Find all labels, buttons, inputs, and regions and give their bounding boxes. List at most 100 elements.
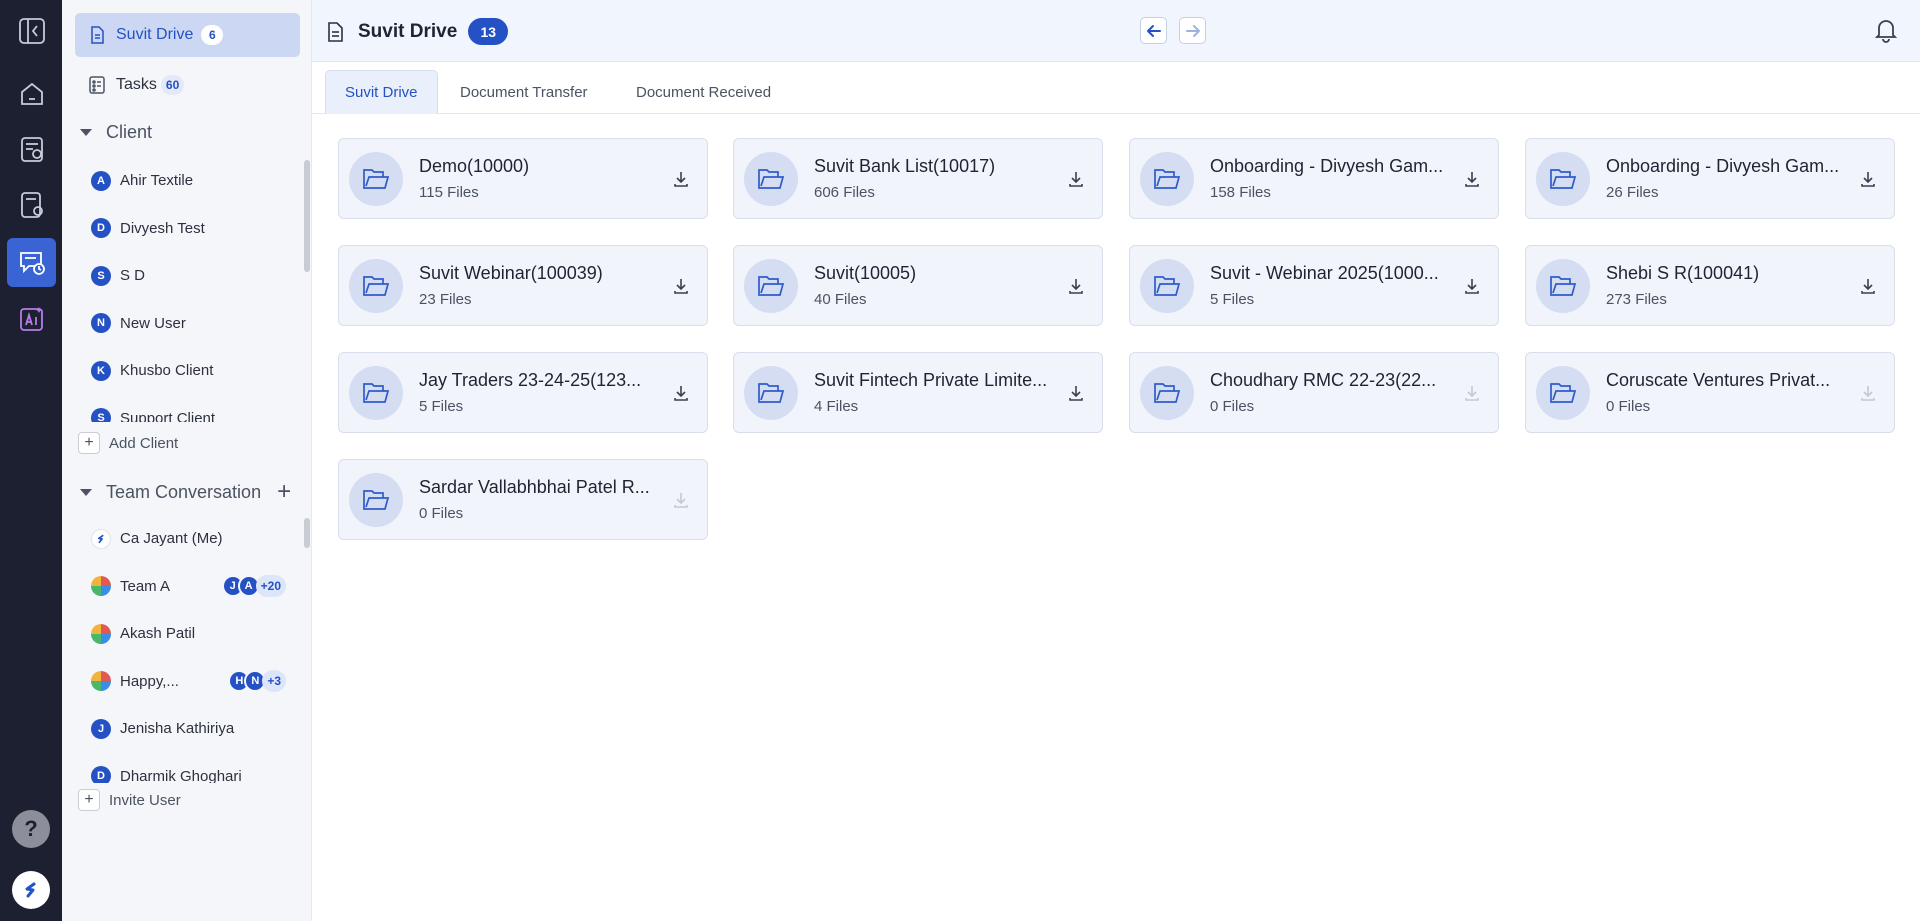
back-button[interactable] — [1140, 17, 1167, 44]
tab-suvit-drive[interactable]: Suvit Drive — [325, 70, 438, 114]
folder-card[interactable]: Onboarding - Divyesh Gam... 158 Files — [1129, 138, 1499, 219]
folder-file-count: 606 Files — [814, 184, 875, 201]
folder-name: Suvit - Webinar 2025(1000... — [1210, 263, 1439, 283]
client-item[interactable]: S Support Client — [62, 395, 312, 422]
document-icon — [328, 21, 343, 42]
folder-card[interactable]: Choudhary RMC 22-23(22... 0 Files — [1129, 352, 1499, 433]
tab-document-received[interactable]: Document Received — [617, 70, 790, 114]
avatar: D — [91, 218, 111, 239]
add-team-plus-icon[interactable]: + — [277, 480, 291, 504]
folder-file-count: 0 Files — [419, 505, 464, 522]
count-badge: 6 — [201, 25, 224, 45]
download-icon[interactable] — [1858, 169, 1878, 189]
folder-card[interactable]: Demo(10000) 115 Files — [338, 138, 708, 219]
avatar: N — [91, 313, 111, 334]
download-icon[interactable] — [1066, 276, 1086, 296]
folder-name: Onboarding - Divyesh Gam... — [1606, 156, 1840, 176]
folder-name: Suvit Webinar(100039) — [419, 263, 603, 283]
tasks-icon — [89, 76, 105, 94]
bell-icon[interactable] — [1872, 16, 1900, 44]
collapse-sidebar-icon[interactable] — [7, 6, 56, 55]
avatar: A — [91, 170, 111, 191]
avatar — [91, 623, 111, 644]
download-icon[interactable] — [671, 169, 691, 189]
client-item[interactable]: S S D — [62, 252, 312, 300]
folder-file-count: 273 Files — [1606, 291, 1667, 308]
client-item[interactable]: N New User — [62, 300, 312, 348]
folder-card[interactable]: Onboarding - Divyesh Gam... 26 Files — [1525, 138, 1895, 219]
team-item[interactable]: Happy,... H N +3 — [62, 658, 312, 706]
folder-name: Suvit Bank List(10017) — [814, 156, 996, 176]
download-icon[interactable] — [1066, 383, 1086, 403]
top-bar: Suvit Drive 13 — [312, 0, 1920, 62]
folder-name: Suvit Fintech Private Limite... — [814, 370, 1048, 390]
folder-card[interactable]: Jay Traders 23-24-25(123... 5 Files — [338, 352, 708, 433]
client-name: Khusbo Client — [120, 362, 214, 380]
folder-file-count: 0 Files — [1606, 398, 1651, 415]
folder-file-count: 5 Files — [1210, 291, 1255, 308]
reports-icon[interactable] — [7, 124, 56, 173]
team-item[interactable]: J Jenisha Kathiriya — [62, 705, 312, 753]
member-stack: J A +20 — [221, 575, 286, 598]
add-client-button[interactable]: + Add Client — [78, 432, 178, 454]
gst-settings-icon[interactable] — [7, 180, 56, 229]
folder-icon — [1536, 258, 1590, 313]
client-item[interactable]: D Divyesh Test — [62, 205, 312, 253]
sidebar-item-tasks[interactable]: Tasks 60 — [75, 63, 300, 107]
folder-card[interactable]: Suvit - Webinar 2025(1000... 5 Files — [1129, 245, 1499, 326]
download-icon[interactable] — [671, 276, 691, 296]
arrow-left-icon — [1146, 24, 1161, 37]
client-name: Divyesh Test — [120, 219, 205, 237]
folder-icon — [1140, 365, 1194, 420]
folder-name: Suvit(10005) — [814, 263, 917, 283]
download-icon[interactable] — [1858, 276, 1878, 296]
folder-name: Choudhary RMC 22-23(22... — [1210, 370, 1437, 390]
avatar: S — [91, 265, 111, 286]
ai-icon[interactable] — [7, 294, 56, 343]
client-section-header[interactable]: Client — [80, 122, 152, 143]
team-item[interactable]: Akash Patil — [62, 610, 312, 658]
folder-file-count: 158 Files — [1210, 184, 1271, 201]
folder-card[interactable]: Suvit Fintech Private Limite... 4 Files — [733, 352, 1103, 433]
client-scrollbar[interactable] — [304, 160, 310, 272]
download-icon[interactable] — [1066, 169, 1086, 189]
team-item[interactable]: Ca Jayant (Me) — [62, 515, 312, 563]
folder-card[interactable]: Suvit Webinar(100039) 23 Files — [338, 245, 708, 326]
team-name: Akash Patil — [120, 625, 196, 643]
tab-document-transfer[interactable]: Document Transfer — [441, 70, 607, 114]
team-scrollbar[interactable] — [304, 518, 310, 548]
invite-user-label: Invite User — [109, 791, 181, 809]
help-button[interactable]: ? — [12, 810, 50, 848]
invite-user-button[interactable]: + Invite User — [78, 789, 181, 811]
chat-schedule-icon[interactable] — [7, 238, 56, 287]
arrow-right-icon — [1185, 24, 1200, 37]
forward-button[interactable] — [1179, 17, 1206, 44]
folder-file-count: 23 Files — [419, 291, 472, 308]
avatar: S — [91, 408, 111, 422]
folder-card[interactable]: Suvit Bank List(10017) 606 Files — [733, 138, 1103, 219]
avatar: K — [91, 360, 111, 381]
team-item[interactable]: D Dharmik Ghoghari — [62, 753, 312, 783]
client-name: New User — [120, 314, 186, 332]
caret-down-icon — [80, 488, 92, 496]
folder-icon — [744, 258, 798, 313]
suvit-logo-icon[interactable] — [12, 871, 50, 909]
plus-icon: + — [78, 789, 100, 811]
folder-file-count: 4 Files — [814, 398, 859, 415]
folder-card[interactable]: Coruscate Ventures Privat... 0 Files — [1525, 352, 1895, 433]
sidebar-item-suvit-drive[interactable]: Suvit Drive 6 — [75, 13, 300, 57]
download-icon[interactable] — [1462, 169, 1482, 189]
folder-file-count: 0 Files — [1210, 398, 1255, 415]
folder-card[interactable]: Shebi S R(100041) 273 Files — [1525, 245, 1895, 326]
home-icon[interactable] — [7, 69, 56, 118]
download-icon[interactable] — [1462, 276, 1482, 296]
folder-card[interactable]: Sardar Vallabhbhai Patel R... 0 Files — [338, 459, 708, 540]
folder-card[interactable]: Suvit(10005) 40 Files — [733, 245, 1103, 326]
client-item[interactable]: K Khusbo Client — [62, 347, 312, 395]
client-item[interactable]: A Ahir Textile — [62, 157, 312, 205]
download-icon[interactable] — [671, 383, 691, 403]
team-section-header[interactable]: Team Conversation + — [80, 480, 291, 504]
folder-icon — [349, 258, 403, 313]
team-item[interactable]: Team A J A +20 — [62, 563, 312, 611]
folder-icon — [1536, 365, 1590, 420]
